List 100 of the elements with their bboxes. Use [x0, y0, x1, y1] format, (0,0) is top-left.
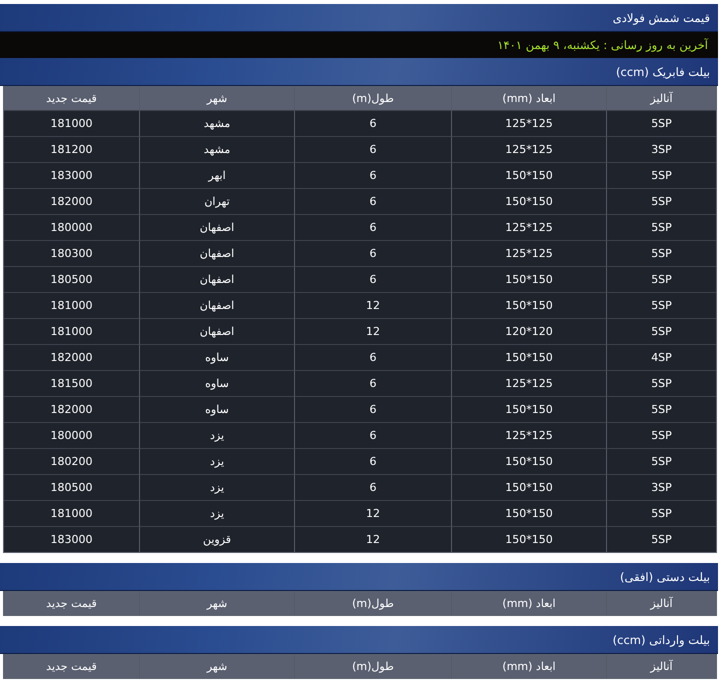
table-cell: 6	[294, 371, 451, 397]
table-cell: 5SP	[606, 293, 716, 319]
table-cell: قزوین	[139, 527, 294, 552]
column-header: طول(m)	[294, 592, 451, 615]
column-header: طول(m)	[294, 87, 451, 111]
table-cell: تهران	[139, 189, 294, 215]
table-cell: یزد	[139, 501, 294, 527]
table-cell: 12	[294, 527, 451, 552]
table-cell: 181000	[4, 293, 139, 319]
table-cell: 5SP	[606, 449, 716, 475]
column-header: شهر	[139, 592, 294, 615]
column-header: شهر	[139, 655, 294, 678]
table-cell: 125*125	[451, 137, 606, 163]
table-cell: اصفهان	[139, 215, 294, 241]
table-cell: 181000	[4, 111, 139, 137]
table-cell: 5SP	[606, 215, 716, 241]
table-cell: 3SP	[606, 137, 716, 163]
column-header: آنالیز	[606, 87, 716, 111]
table-cell: 5SP	[606, 397, 716, 423]
table-cell: اصفهان	[139, 267, 294, 293]
table-cell: مشهد	[139, 137, 294, 163]
table-cell: 150*150	[451, 345, 606, 371]
table-cell: 150*150	[451, 267, 606, 293]
table-cell: 6	[294, 137, 451, 163]
column-header: ابعاد (mm)	[451, 87, 606, 111]
table-cell: 181500	[4, 371, 139, 397]
table-cell: 6	[294, 241, 451, 267]
table-cell: 150*150	[451, 501, 606, 527]
table-cell: 180300	[4, 241, 139, 267]
table-cell: 6	[294, 215, 451, 241]
column-header: ابعاد (mm)	[451, 592, 606, 615]
column-header: طول(m)	[294, 655, 451, 678]
column-header: شهر	[139, 87, 294, 111]
section-title: بیلت فابریک (ccm)	[616, 64, 710, 78]
table-cell: ساوه	[139, 397, 294, 423]
table-cell: 125*125	[451, 215, 606, 241]
table-cell: 150*150	[451, 293, 606, 319]
table-cell: 181200	[4, 137, 139, 163]
table-cell: یزد	[139, 475, 294, 501]
table-cell: 180000	[4, 423, 139, 449]
section-title: بیلت وارداتی (ccm)	[612, 632, 710, 646]
table-cell: 181000	[4, 501, 139, 527]
table-cell: مشهد	[139, 111, 294, 137]
table-cell: 150*150	[451, 527, 606, 552]
table-cell: 180500	[4, 475, 139, 501]
table-cell: 5SP	[606, 267, 716, 293]
table-cell: ساوه	[139, 345, 294, 371]
column-header: قیمت جدید	[4, 592, 139, 615]
table-cell: 12	[294, 501, 451, 527]
column-header: آنالیز	[606, 655, 716, 678]
column-header: ابعاد (mm)	[451, 655, 606, 678]
table-cell: 125*125	[451, 423, 606, 449]
table-cell: 181000	[4, 319, 139, 345]
table-cell: یزد	[139, 423, 294, 449]
column-header: آنالیز	[606, 592, 716, 615]
table-cell: اصفهان	[139, 293, 294, 319]
table-cell: 3SP	[606, 475, 716, 501]
table-cell: 4SP	[606, 345, 716, 371]
table-cell: 5SP	[606, 241, 716, 267]
table-cell: 5SP	[606, 527, 716, 552]
table-cell: 180000	[4, 215, 139, 241]
column-header: قیمت جدید	[4, 87, 139, 111]
table-cell: 12	[294, 319, 451, 345]
table-cell: 150*150	[451, 163, 606, 189]
column-header: قیمت جدید	[4, 655, 139, 678]
table-cell: 6	[294, 449, 451, 475]
table-cell: 183000	[4, 163, 139, 189]
table-cell: 6	[294, 423, 451, 449]
table-cell: 180200	[4, 449, 139, 475]
table-cell: 6	[294, 163, 451, 189]
table-cell-text: 183000	[50, 532, 94, 548]
table-cell: 125*125	[451, 371, 606, 397]
table-cell: 150*150	[451, 449, 606, 475]
table-cell: 150*150	[451, 189, 606, 215]
table-cell: 6	[294, 267, 451, 293]
table-cell: 5SP	[606, 423, 716, 449]
table-cell: 120*120	[451, 319, 606, 345]
last-update-text: آخرین به روز رسانی : یکشنبه، ۹ بهمن ۱۴۰۱	[497, 38, 708, 52]
section-title: بیلت دستی (افقی)	[620, 570, 710, 584]
table-cell: 150*150	[451, 397, 606, 423]
table-cell: ساوه	[139, 371, 294, 397]
table-cell: 182000	[4, 345, 139, 371]
table-cell: 150*150	[451, 475, 606, 501]
table-cell: 182000	[4, 189, 139, 215]
table-cell: 5SP	[606, 371, 716, 397]
table-cell: اصفهان	[139, 319, 294, 345]
table-cell: 125*125	[451, 111, 606, 137]
table-cell: 125*125	[451, 241, 606, 267]
table-cell: 12	[294, 293, 451, 319]
table-cell: اصفهان	[139, 241, 294, 267]
table-cell: ابهر	[139, 163, 294, 189]
table-cell: 6	[294, 397, 451, 423]
table-cell: 5SP	[606, 501, 716, 527]
table-cell: 6	[294, 111, 451, 137]
table-cell: یزد	[139, 449, 294, 475]
table-cell: 5SP	[606, 319, 716, 345]
table-cell: 182000	[4, 397, 139, 423]
table-cell: 6	[294, 475, 451, 501]
table-cell: 6	[294, 345, 451, 371]
table-cell: 5SP	[606, 111, 716, 137]
